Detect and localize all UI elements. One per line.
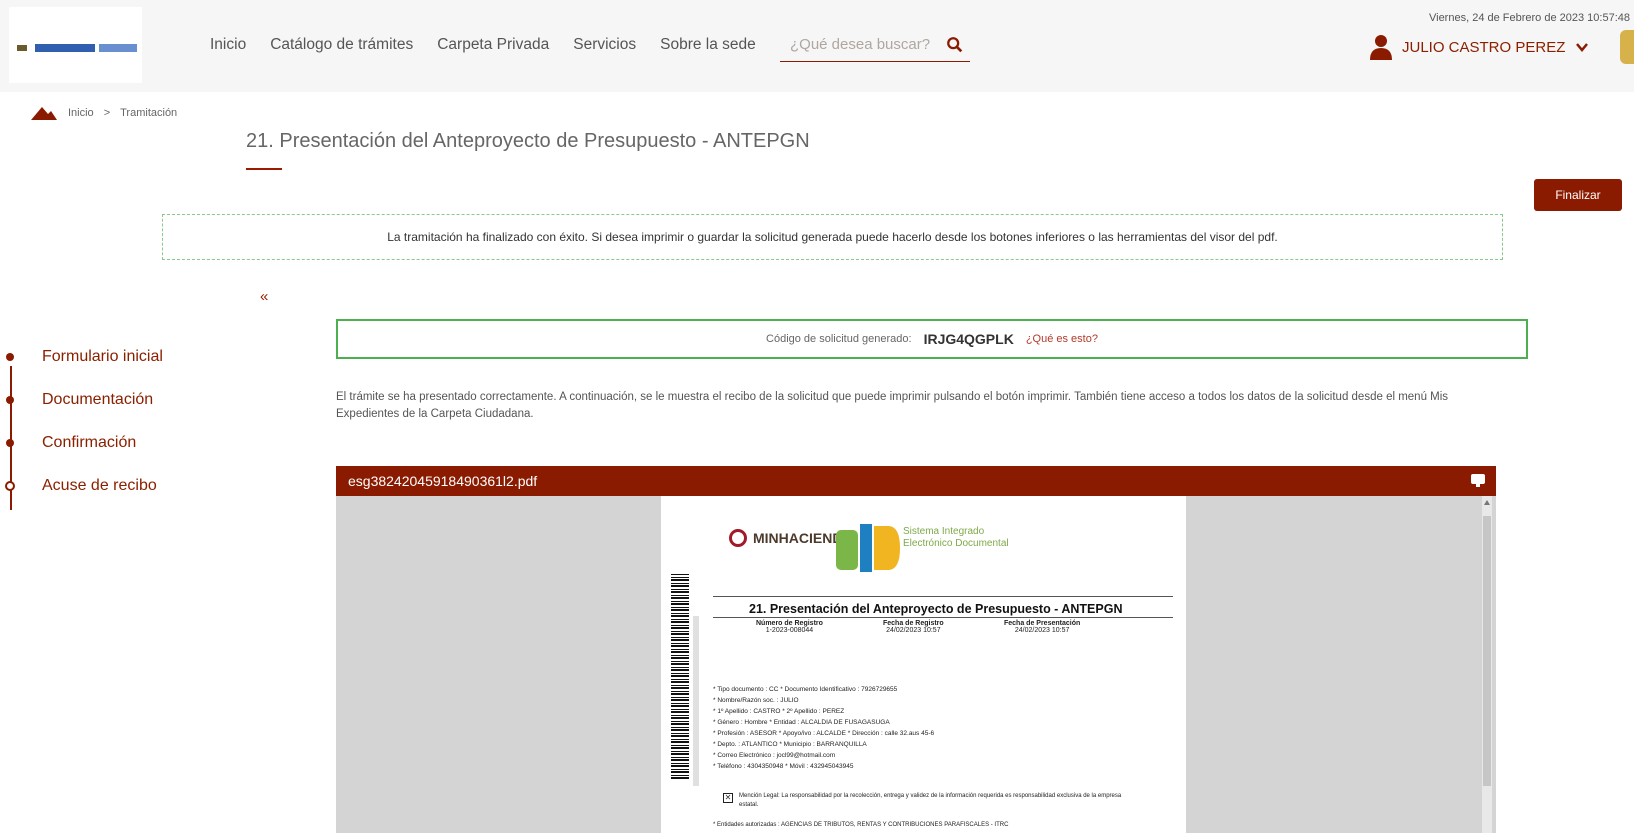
main-nav: Inicio Catálogo de trámites Carpeta Priv…	[210, 36, 756, 54]
sied-subtitle-line: Electrónico Documental	[903, 538, 1009, 549]
breadcrumb-inicio[interactable]: Inicio	[68, 107, 94, 119]
current-datetime: Viernes, 24 de Febrero de 2023 10:57:48	[1428, 12, 1630, 24]
breadcrumb: Inicio > Tramitación	[30, 104, 177, 122]
meta-value: 24/02/2023 10:57	[1014, 627, 1070, 634]
nav-catalogo[interactable]: Catálogo de trámites	[270, 36, 413, 54]
search-icon[interactable]	[946, 36, 964, 54]
minhacienda-logo: MINHACIENDA	[729, 529, 853, 547]
doc-field-line: * Depto. : ATLANTICO * Municipio : BARRA…	[713, 741, 867, 748]
meta-value: 1-2023-008044	[765, 627, 814, 634]
pdf-viewer-toolbar: esg38242045918490361l2.pdf	[336, 466, 1496, 496]
confirmation-description: El trámite se ha presentado correctament…	[336, 391, 1449, 420]
doc-divider	[713, 596, 1173, 597]
step-documentacion[interactable]: Documentación	[42, 391, 153, 409]
step-formulario-inicial[interactable]: Formulario inicial	[42, 348, 163, 366]
step-marker	[6, 439, 14, 447]
request-code-box: Código de solicitud generado: IRJG4QGPLK…	[336, 319, 1528, 359]
steps-sidebar: Formulario inicial Documentación Confirm…	[0, 348, 220, 520]
coat-of-arms-icon	[1620, 30, 1634, 64]
doc-divider	[713, 617, 1173, 618]
meta-label: Número de Registro	[756, 620, 823, 627]
meta-label: Fecha de Registro	[883, 620, 944, 627]
success-notice: La tramitación ha finalizado con éxito. …	[162, 214, 1503, 260]
doc-field-line: * Tipo documento : CC * Documento Identi…	[713, 686, 898, 693]
doc-field-line: * Correo Electrónico : jocl99@hotmail.co…	[713, 752, 836, 759]
meta-value: 24/02/2023 10:57	[886, 627, 941, 634]
page-title: 21. Presentación del Anteproyecto de Pre…	[246, 130, 810, 152]
pdf-scrollbar[interactable]	[1482, 496, 1492, 833]
breadcrumb-separator: >	[103, 107, 111, 119]
step-marker	[6, 353, 14, 361]
doc-field-line: * Profesión : ASESOR * Apoyo/ivo : ALCAL…	[713, 730, 935, 737]
legal-checkbox: ✕	[723, 793, 733, 803]
authorized-entities: * Entidades autorizadas : AGENCIAS DE TR…	[713, 822, 1009, 828]
doc-title: 21. Presentación del Anteproyecto de Pre…	[749, 602, 1123, 616]
scroll-up-icon[interactable]	[1484, 500, 1490, 505]
breadcrumb-current: Tramitación	[120, 107, 178, 119]
barcode	[671, 574, 689, 779]
step-acuse-de-recibo[interactable]: Acuse de recibo	[42, 477, 157, 495]
search-input[interactable]: ¿Qué desea buscar?	[780, 30, 970, 62]
search-placeholder: ¿Qué desea buscar?	[790, 36, 931, 53]
doc-field-line: * Género : Hombre * Entidad : ALCALDIA D…	[713, 719, 890, 726]
request-code-label: Código de solicitud generado:	[766, 333, 912, 345]
meta-label: Fecha de Presentación	[1004, 620, 1081, 627]
sied-subtitle-line: Sistema Integrado	[903, 526, 985, 537]
collapse-sidebar-button[interactable]: «	[260, 288, 268, 305]
pdf-filename: esg38242045918490361l2.pdf	[348, 473, 538, 489]
what-is-this-link[interactable]: ¿Qué es esto?	[1026, 333, 1098, 345]
request-code-value: IRJG4QGPLK	[923, 331, 1014, 347]
nav-servicios[interactable]: Servicios	[573, 36, 636, 54]
finalize-button[interactable]: Finalizar	[1534, 179, 1622, 211]
step-confirmacion[interactable]: Confirmación	[42, 434, 136, 452]
doc-field-line: * Teléfono : 4304350948 * Móvil : 432945…	[713, 763, 854, 770]
logo-bar-secondary	[99, 44, 137, 52]
doc-meta-fecha-registro: Fecha de Registro 24/02/2023 10:57	[883, 620, 944, 634]
sied-subtitle: Sistema Integrado Electrónico Documental	[903, 526, 1009, 550]
monitor-icon[interactable]	[1470, 473, 1486, 489]
nav-carpeta-privada[interactable]: Carpeta Privada	[437, 36, 549, 54]
doc-meta-registro: Número de Registro 1-2023-008044	[756, 620, 823, 634]
nav-sobre-la-sede[interactable]: Sobre la sede	[660, 36, 756, 54]
header: Inicio Catálogo de trámites Carpeta Priv…	[0, 0, 1634, 92]
seal-icon	[729, 529, 747, 547]
vertical-verification-text	[693, 616, 699, 786]
logo-shield	[17, 45, 27, 51]
sied-logo	[836, 524, 900, 572]
doc-fields: * Tipo documento : CC * Documento Identi…	[713, 684, 934, 772]
step-marker	[6, 396, 14, 404]
pdf-viewer[interactable]: esg38242045918490361l2.pdf MINHACIENDA S…	[336, 466, 1496, 833]
site-logo[interactable]	[9, 7, 142, 83]
doc-meta-fecha-presentacion: Fecha de Presentación 24/02/2023 10:57	[1004, 620, 1080, 634]
title-underline	[246, 168, 282, 170]
user-menu[interactable]: JULIO CASTRO PEREZ	[1370, 34, 1589, 60]
pdf-page: MINHACIENDA Sistema Integrado Electrónic…	[661, 496, 1186, 833]
user-icon	[1370, 35, 1392, 60]
scrollbar-thumb[interactable]	[1483, 516, 1491, 786]
doc-field-line: * Nombre/Razón soc. : JULIO	[713, 697, 799, 704]
legal-notice: Mención Legal: La responsabilidad por la…	[739, 793, 1122, 808]
step-marker-current	[5, 481, 15, 491]
house-icon[interactable]	[30, 104, 58, 122]
doc-field-line: * 1º Apellido : CASTRO * 2º Apellido : P…	[713, 708, 845, 715]
nav-inicio[interactable]: Inicio	[210, 36, 246, 54]
user-name: JULIO CASTRO PEREZ	[1402, 38, 1566, 56]
chevron-down-icon	[1576, 43, 1589, 52]
logo-bar	[35, 44, 95, 52]
